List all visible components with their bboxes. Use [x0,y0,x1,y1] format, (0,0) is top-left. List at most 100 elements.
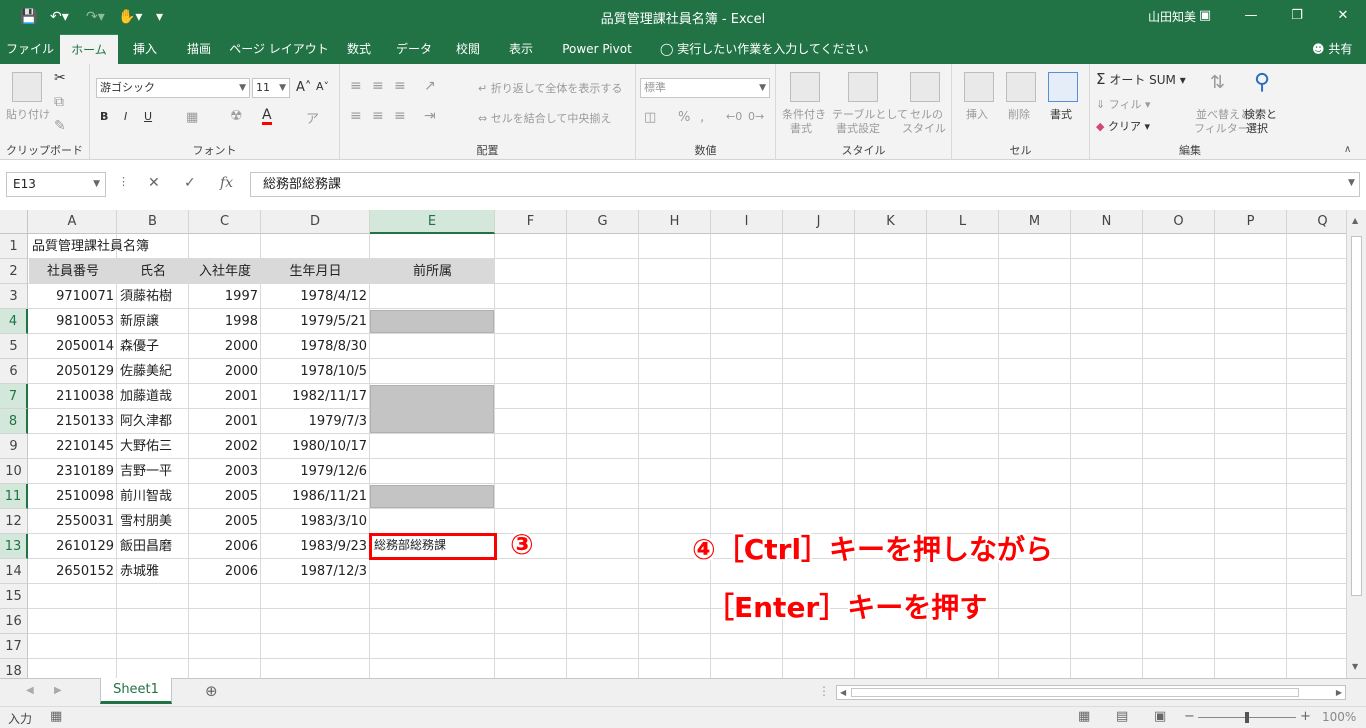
birthdate-cell[interactable]: 1987/12/3 [261,559,370,584]
restore-icon[interactable]: ❐ [1274,4,1320,28]
birthdate-cell[interactable]: 1978/4/12 [261,284,370,309]
birthdate-cell[interactable]: 1980/10/17 [261,434,370,459]
row-header-17[interactable]: 17 [0,634,28,659]
zoom-out-icon[interactable]: − [1184,709,1195,724]
join-year-cell[interactable]: 2000 [189,334,261,359]
format-cells-button[interactable]: 書式 [1050,106,1072,122]
row-header-10[interactable]: 10 [0,459,28,484]
row-header-9[interactable]: 9 [0,434,28,459]
join-year-cell[interactable]: 1998 [189,309,261,334]
normal-view-icon[interactable]: ▦ [1078,709,1090,724]
name-cell[interactable]: 飯田昌磨 [117,534,189,559]
join-year-cell[interactable]: 2005 [189,484,261,509]
fill-button[interactable]: ⇓ フィル ▾ [1096,96,1151,112]
align-right-icon[interactable]: ≡ [394,108,406,124]
name-cell[interactable]: 佐藤美紀 [117,359,189,384]
column-header-p[interactable]: P [1215,210,1287,234]
increase-decimal-icon[interactable]: ←0 [726,110,742,123]
birthdate-cell[interactable]: 1979/7/3 [261,409,370,434]
birthdate-cell[interactable]: 1978/10/5 [261,359,370,384]
row-header-7[interactable]: 7 [0,384,28,409]
birthdate-cell[interactable]: 1982/11/17 [261,384,370,409]
join-year-cell[interactable]: 2002 [189,434,261,459]
comma-icon[interactable]: ‚ [700,110,704,125]
italic-button[interactable]: I [124,110,127,123]
align-left-icon[interactable]: ≡ [350,108,362,124]
header-cell[interactable]: 入社年度 [189,259,261,284]
zoom-level[interactable]: 100% [1322,710,1356,724]
name-box[interactable]: E13 ▼ [6,172,106,197]
column-header-c[interactable]: C [189,210,261,234]
birthdate-cell[interactable]: 1979/5/21 [261,309,370,334]
name-cell[interactable]: 森優子 [117,334,189,359]
birthdate-cell[interactable]: 1986/11/21 [261,484,370,509]
tell-me-box[interactable]: ◯ 実行したい作業を入力してください [660,34,869,64]
copy-icon[interactable]: ⧉ [54,94,64,110]
name-cell[interactable]: 加藤道哉 [117,384,189,409]
name-cell[interactable]: 雪村朋美 [117,509,189,534]
merge-center-button[interactable]: ⇔ セルを結合して中央揃え [478,110,611,126]
ribbon-display-icon[interactable]: ▣ [1182,4,1228,28]
join-year-cell[interactable]: 2006 [189,534,261,559]
orientation-icon[interactable]: ↗ [424,78,436,94]
scroll-down-icon[interactable]: ▼ [1352,662,1358,671]
header-cell[interactable]: 前所属 [370,259,495,284]
number-format-select[interactable]: 標準 ▼ [640,78,770,98]
zoom-slider-thumb[interactable] [1245,712,1249,723]
tab-formulas[interactable]: 数式 [332,34,386,64]
row-header-5[interactable]: 5 [0,334,28,359]
row-header-16[interactable]: 16 [0,609,28,634]
underline-button[interactable]: U [144,110,152,123]
employee-id-cell[interactable]: 2050014 [29,334,117,359]
row-header-15[interactable]: 15 [0,584,28,609]
font-color-icon[interactable]: A [262,108,272,125]
minimize-icon[interactable]: — [1228,4,1274,28]
active-cell-e13[interactable]: 総務部総務課 [369,533,497,560]
column-header-l[interactable]: L [927,210,999,234]
employee-id-cell[interactable]: 2510098 [29,484,117,509]
join-year-cell[interactable]: 1997 [189,284,261,309]
macro-record-icon[interactable]: ▦ [50,709,62,724]
employee-id-cell[interactable]: 2610129 [29,534,117,559]
align-bottom-icon[interactable]: ≡ [394,78,406,94]
row-header-3[interactable]: 3 [0,284,28,309]
row-header-6[interactable]: 6 [0,359,28,384]
column-header-b[interactable]: B [117,210,189,234]
worksheet-grid[interactable]: A B C D E F G H I J K L M N O P Q 1 2 3 … [0,210,1346,678]
prev-sheet-icon[interactable]: ◀ [26,685,34,696]
align-top-icon[interactable]: ≡ [350,78,362,94]
row-header-1[interactable]: 1 [0,234,28,259]
percent-button[interactable]: % [678,110,690,125]
vertical-scrollbar[interactable]: ▲ ▼ [1346,210,1366,678]
page-layout-view-icon[interactable]: ▤ [1116,709,1128,724]
tab-review[interactable]: 校閲 [442,34,494,64]
next-sheet-icon[interactable]: ▶ [54,685,62,696]
employee-id-cell[interactable]: 2550031 [29,509,117,534]
scroll-thumb[interactable] [1351,236,1362,596]
column-header-e[interactable]: E [370,210,495,234]
horizontal-scrollbar[interactable]: ◀ ▶ [836,685,1346,700]
indent-icon[interactable]: ⇥ [424,108,436,124]
header-cell[interactable]: 氏名 [117,259,189,284]
employee-id-cell[interactable]: 2210145 [29,434,117,459]
column-header-q[interactable]: Q [1287,210,1346,234]
tab-power-pivot[interactable]: Power Pivot [548,34,646,64]
tab-page-layout[interactable]: ページ レイアウト [226,34,332,64]
employee-id-cell[interactable]: 9710071 [29,284,117,309]
sheet-tab-sheet1[interactable]: Sheet1 [100,678,172,704]
align-middle-icon[interactable]: ≡ [372,78,384,94]
sheet-title-cell[interactable]: 品質管理課社員名簿 [29,234,229,259]
birthdate-cell[interactable]: 1979/12/6 [261,459,370,484]
split-handle-icon[interactable]: ⋮ [818,684,830,698]
name-cell[interactable]: 前川智哉 [117,484,189,509]
expand-formula-icon[interactable]: ▼ [1348,178,1355,188]
tab-insert[interactable]: 挿入 [118,34,172,64]
font-name-select[interactable]: 游ゴシック ▼ [96,78,250,98]
name-cell[interactable]: 吉野一平 [117,459,189,484]
tab-home[interactable]: ホーム [60,34,118,64]
name-cell[interactable]: 大野佑三 [117,434,189,459]
paste-icon[interactable] [12,72,42,102]
column-header-d[interactable]: D [261,210,370,234]
scroll-right-icon[interactable]: ▶ [1336,686,1342,699]
format-painter-icon[interactable]: ✎ [54,118,66,134]
